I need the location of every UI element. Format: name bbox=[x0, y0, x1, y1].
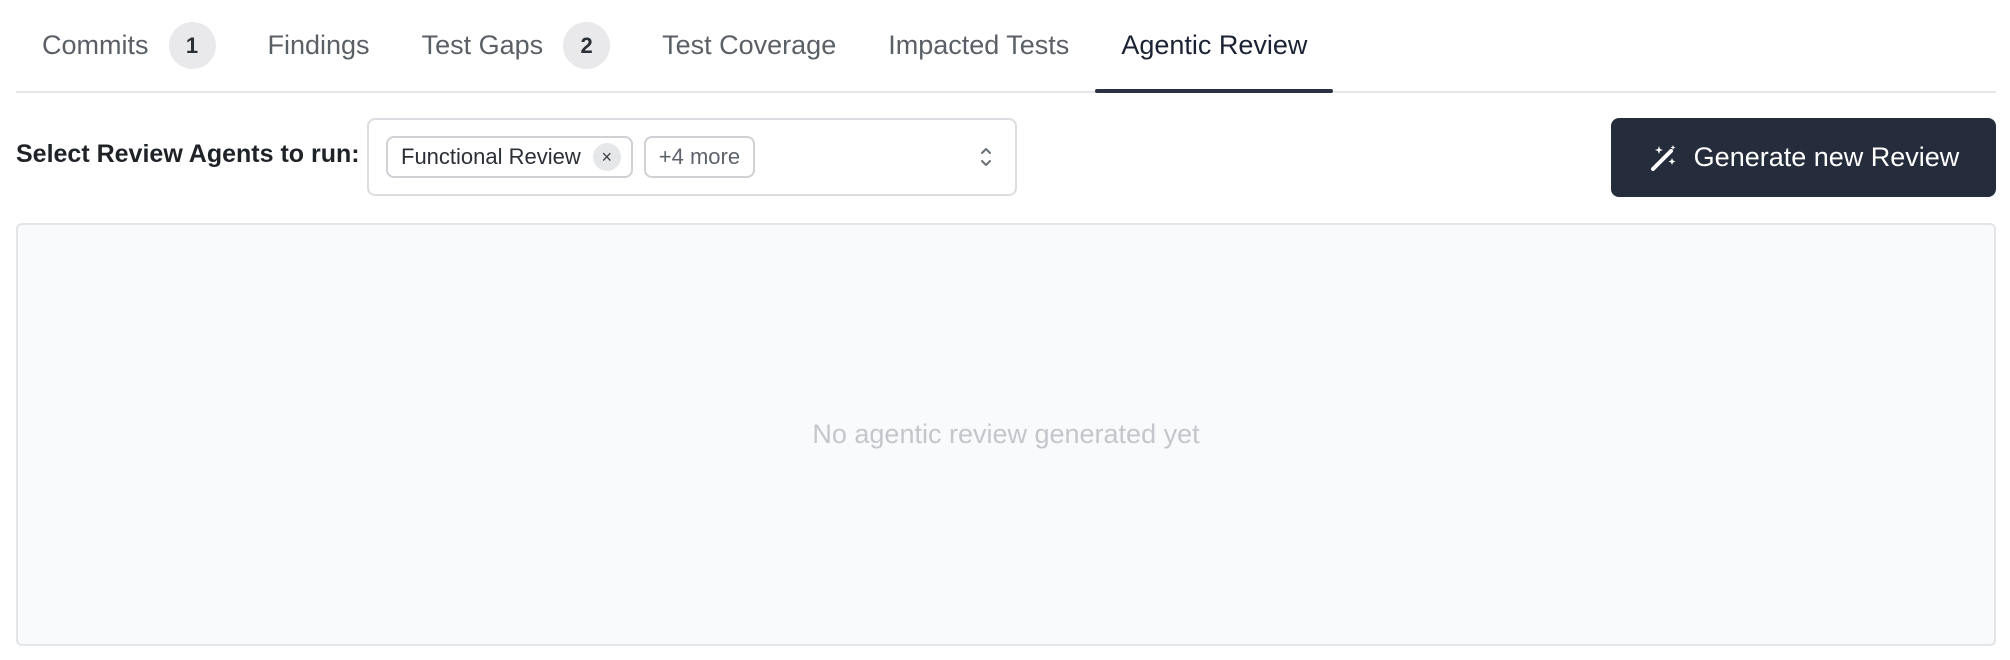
generate-review-button[interactable]: Generate new Review bbox=[1611, 118, 1996, 197]
tab-commits[interactable]: Commits 1 bbox=[16, 0, 242, 91]
more-agents-chip[interactable]: +4 more bbox=[643, 136, 756, 178]
agentic-review-view: Commits 1 Findings Test Gaps 2 Test Cove… bbox=[0, 0, 2010, 660]
magic-wand-icon bbox=[1650, 144, 1676, 171]
tab-agentic-review[interactable]: Agentic Review bbox=[1095, 0, 1334, 93]
agents-select-label: Select Review Agents to run: bbox=[16, 140, 360, 168]
chip-label: Functional Review bbox=[401, 144, 581, 169]
count-badge: 2 bbox=[563, 22, 611, 69]
tab-impacted-tests[interactable]: Impacted Tests bbox=[862, 0, 1095, 91]
tab-test-gaps[interactable]: Test Gaps 2 bbox=[396, 0, 637, 91]
empty-state-message: No agentic review generated yet bbox=[812, 419, 1200, 449]
tab-label: Test Coverage bbox=[662, 30, 837, 60]
tab-findings[interactable]: Findings bbox=[242, 0, 396, 91]
tab-label: Impacted Tests bbox=[888, 30, 1070, 60]
count-badge: 1 bbox=[168, 22, 216, 69]
generate-review-label: Generate new Review bbox=[1693, 142, 1960, 172]
chevron-up-down-icon bbox=[981, 148, 991, 166]
selected-agent-chip: Functional Review × bbox=[386, 136, 633, 178]
review-results-panel: No agentic review generated yet bbox=[16, 223, 1996, 646]
review-agents-multiselect[interactable]: Functional Review × +4 more bbox=[367, 118, 1017, 196]
tab-label: Commits bbox=[42, 30, 149, 60]
tab-label: Agentic Review bbox=[1121, 30, 1308, 60]
tab-label: Test Gaps bbox=[421, 30, 544, 60]
remove-chip-button[interactable]: × bbox=[592, 143, 621, 171]
tab-label: Findings bbox=[267, 30, 370, 60]
tab-test-coverage[interactable]: Test Coverage bbox=[636, 0, 862, 91]
tab-bar: Commits 1 Findings Test Gaps 2 Test Cove… bbox=[16, 0, 1996, 93]
